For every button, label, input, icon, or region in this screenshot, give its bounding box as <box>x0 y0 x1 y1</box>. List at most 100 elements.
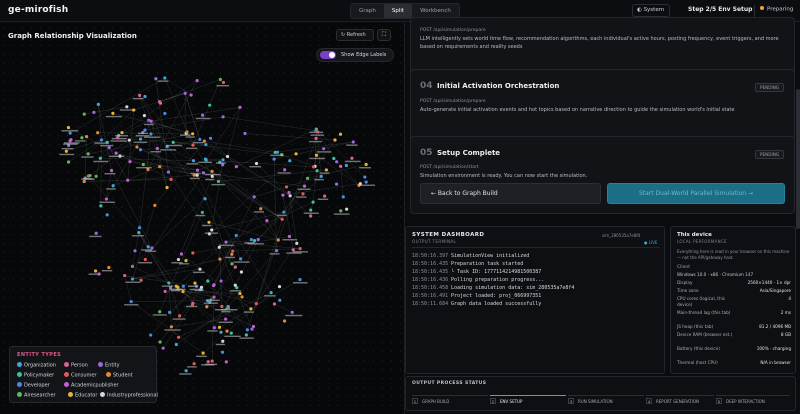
fullscreen-button[interactable]: ⛶ <box>377 29 391 41</box>
graph-node[interactable] <box>208 103 212 107</box>
graph-node[interactable] <box>181 284 185 288</box>
graph-node[interactable] <box>97 272 101 276</box>
graph-node[interactable] <box>220 304 224 309</box>
graph-node[interactable] <box>178 314 182 318</box>
graph-node[interactable] <box>272 302 277 306</box>
graph-node[interactable] <box>143 94 147 99</box>
graph-node[interactable] <box>311 165 316 169</box>
graph-node[interactable] <box>208 136 213 140</box>
graph-node[interactable] <box>201 351 205 355</box>
graph-node[interactable] <box>221 339 225 343</box>
graph-node[interactable] <box>302 184 307 188</box>
graph-node[interactable] <box>130 264 135 268</box>
graph-node[interactable] <box>239 270 244 274</box>
graph-node[interactable] <box>269 291 273 295</box>
graph-node[interactable] <box>221 80 226 85</box>
graph-node[interactable] <box>96 131 100 135</box>
graph-node[interactable] <box>130 277 135 281</box>
graph-node[interactable] <box>240 295 244 299</box>
graph-node[interactable] <box>185 130 189 134</box>
graph-node[interactable] <box>252 195 256 199</box>
graph-node[interactable] <box>211 283 216 288</box>
tab-workbench[interactable]: Workbench <box>412 4 459 18</box>
graph-node[interactable] <box>96 102 100 106</box>
graph-node[interactable] <box>99 204 103 208</box>
graph-node[interactable] <box>339 164 343 169</box>
graph-node[interactable] <box>163 289 167 294</box>
graph-node[interactable] <box>80 136 84 140</box>
tab-graph[interactable]: Graph <box>351 4 384 18</box>
graph-node[interactable] <box>275 150 279 154</box>
graph-node[interactable] <box>84 135 89 139</box>
graph-node[interactable] <box>284 185 289 189</box>
graph-node[interactable] <box>129 299 133 304</box>
graph-node[interactable] <box>195 173 199 177</box>
graph-node[interactable] <box>114 151 118 155</box>
graph-node[interactable] <box>169 177 173 181</box>
graph-node[interactable] <box>230 252 234 256</box>
graph-node[interactable] <box>287 234 292 239</box>
graph-node[interactable] <box>137 230 141 235</box>
graph-node[interactable] <box>220 350 225 354</box>
graph-node[interactable] <box>86 152 90 156</box>
graph-node[interactable] <box>351 140 355 144</box>
graph-node[interactable] <box>192 173 196 177</box>
graph-node[interactable] <box>243 131 247 136</box>
graph-node[interactable] <box>322 147 326 151</box>
graph-node[interactable] <box>169 325 173 329</box>
graph-node[interactable] <box>224 240 228 244</box>
theme-system-button[interactable]: ◐ System <box>632 4 670 17</box>
graph-node[interactable] <box>205 305 209 309</box>
graph-node[interactable] <box>219 330 223 334</box>
graph-node[interactable] <box>244 333 248 337</box>
graph-node[interactable] <box>93 269 98 273</box>
graph-node[interactable] <box>256 237 260 242</box>
graph-node[interactable] <box>99 138 104 142</box>
graph-node[interactable] <box>309 208 313 212</box>
graph-node[interactable] <box>249 238 253 242</box>
graph-node[interactable] <box>107 145 111 150</box>
graph-node[interactable] <box>288 194 292 198</box>
graph-node[interactable] <box>138 93 142 98</box>
process-step-deep-interaction[interactable]: 5 DEEP INTERACTION <box>716 395 790 404</box>
graph-node[interactable] <box>64 149 68 153</box>
graph-node[interactable] <box>174 342 178 347</box>
graph-node[interactable] <box>167 281 171 285</box>
graph-node[interactable] <box>200 210 204 214</box>
graph-node[interactable] <box>276 238 280 242</box>
start-simulation-button[interactable]: Start Dual-World Parallel Simulation → <box>607 183 785 204</box>
graph-node[interactable] <box>239 257 243 261</box>
graph-node[interactable] <box>138 137 143 141</box>
graph-node[interactable] <box>94 231 98 235</box>
graph-node[interactable] <box>198 267 202 271</box>
graph-node[interactable] <box>218 257 222 261</box>
graph-node[interactable] <box>298 247 302 251</box>
graph-node[interactable] <box>224 317 228 321</box>
graph-node[interactable] <box>127 138 131 142</box>
graph-node[interactable] <box>137 226 142 230</box>
graph-node[interactable] <box>195 168 200 172</box>
graph-node[interactable] <box>344 163 348 168</box>
graph-node[interactable] <box>68 131 72 135</box>
graph-node[interactable] <box>206 279 210 283</box>
graph-node[interactable] <box>195 79 199 83</box>
graph-node[interactable] <box>245 328 250 332</box>
graph-node[interactable] <box>341 195 345 199</box>
graph-node[interactable] <box>171 140 175 144</box>
graph-node[interactable] <box>138 148 143 152</box>
graph-node[interactable] <box>191 132 195 136</box>
graph-node[interactable] <box>249 307 253 311</box>
graph-node[interactable] <box>324 168 328 172</box>
toggle-switch[interactable] <box>320 51 336 59</box>
graph-node[interactable] <box>204 142 208 147</box>
graph-node[interactable] <box>323 194 327 198</box>
graph-node[interactable] <box>225 329 229 333</box>
process-step-report-generation[interactable]: 4 REPORT GENERATION <box>646 395 714 404</box>
graph-node[interactable] <box>316 130 320 134</box>
graph-node[interactable] <box>92 110 96 114</box>
graph-node[interactable] <box>163 111 167 116</box>
graph-node[interactable] <box>231 249 235 253</box>
graph-node[interactable] <box>314 136 318 140</box>
graph-node[interactable] <box>291 248 295 252</box>
graph-node[interactable] <box>216 179 220 184</box>
